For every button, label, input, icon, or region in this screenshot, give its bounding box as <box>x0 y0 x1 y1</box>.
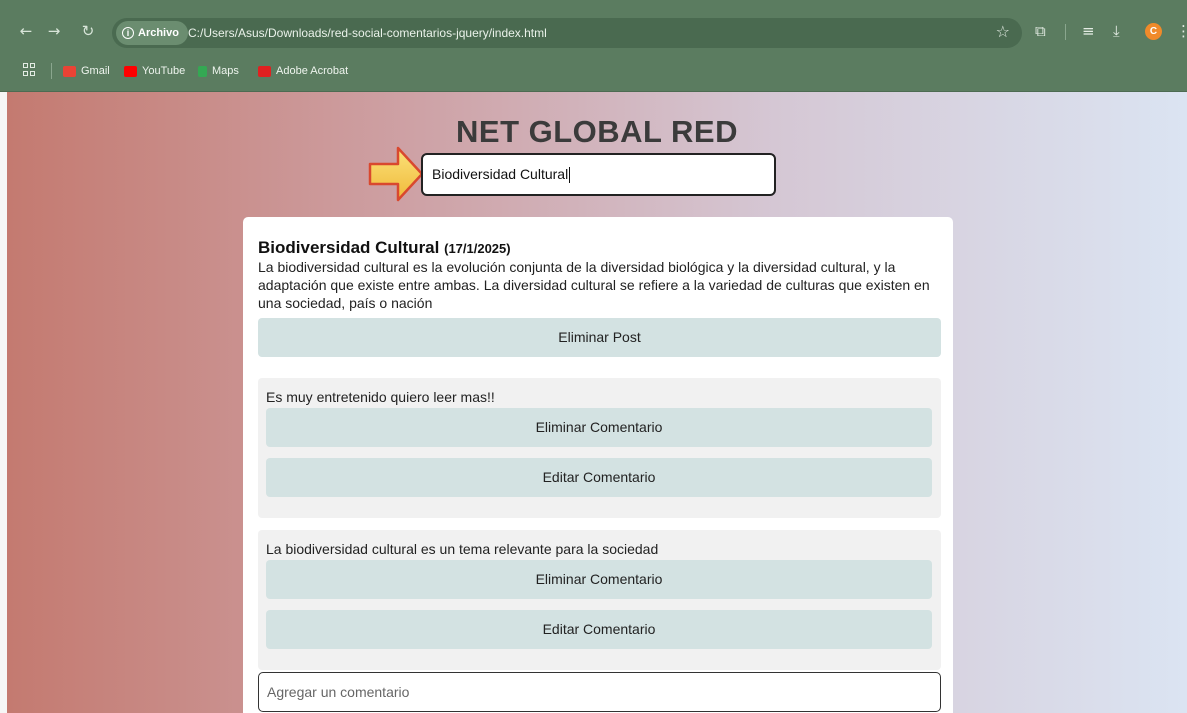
apps-grid-icon[interactable] <box>23 63 36 76</box>
browser-toolbar: ← → ↻ i Archivo C:/Users/Asus/Downloads/… <box>0 14 1187 50</box>
post-card: Biodiversidad Cultural (17/1/2025) La bi… <box>243 217 953 713</box>
bookmark-star-icon[interactable]: ☆ <box>996 22 1010 41</box>
search-input[interactable]: Biodiversidad Cultural <box>421 153 776 196</box>
arrow-icon <box>368 146 424 202</box>
bookmark-label: Gmail <box>81 65 110 77</box>
edit-comment-button[interactable]: Editar Comentario <box>266 458 932 497</box>
site-title: NET GLOBAL RED <box>456 114 738 149</box>
bookmark-youtube[interactable]: YouTube <box>124 62 185 80</box>
post-title: Biodiversidad Cultural <box>258 238 440 257</box>
reload-icon[interactable]: ↻ <box>79 22 97 40</box>
bookmark-maps[interactable]: Maps <box>198 62 239 80</box>
profile-avatar[interactable]: C <box>1145 23 1162 40</box>
page-viewport: NET GLOBAL RED Biodiversidad Cultural Bi… <box>7 92 1187 713</box>
reading-list-icon[interactable]: ≡ <box>1082 22 1095 40</box>
site-chip-label: Archivo <box>138 27 179 39</box>
info-icon: i <box>122 27 134 39</box>
edit-comment-button[interactable]: Editar Comentario <box>266 610 932 649</box>
acrobat-icon <box>258 65 271 77</box>
youtube-icon <box>124 65 137 77</box>
extensions-icon[interactable]: ⧉ <box>1035 22 1046 40</box>
bookmarks-bar: Gmail YouTube Maps Adobe Acrobat <box>0 58 1187 84</box>
forward-icon[interactable]: → <box>45 22 63 40</box>
gmail-icon <box>63 65 76 77</box>
download-icon[interactable]: ⤓ <box>1113 22 1120 40</box>
bookmark-adobe-acrobat[interactable]: Adobe Acrobat <box>258 62 348 80</box>
tab-strip <box>0 0 1187 7</box>
comment-item: Es muy entretenido quiero leer mas!! Eli… <box>258 378 941 518</box>
menu-kebab-icon[interactable]: ⋮ <box>1176 22 1187 40</box>
bookmarks-divider <box>51 63 52 79</box>
delete-comment-button[interactable]: Eliminar Comentario <box>266 560 932 599</box>
bookmark-gmail[interactable]: Gmail <box>63 62 110 80</box>
comment-text: La biodiversidad cultural es un tema rel… <box>266 541 659 557</box>
delete-post-button[interactable]: Eliminar Post <box>258 318 941 357</box>
post-date: (17/1/2025) <box>444 241 511 256</box>
search-value: Biodiversidad Cultural <box>432 166 569 182</box>
browser-chrome: ← → ↻ i Archivo C:/Users/Asus/Downloads/… <box>0 0 1187 92</box>
post-body: La biodiversidad cultural es la evolució… <box>258 259 930 311</box>
delete-comment-button[interactable]: Eliminar Comentario <box>266 408 932 447</box>
back-icon[interactable]: ← <box>17 22 35 40</box>
post-heading: Biodiversidad Cultural (17/1/2025) <box>258 238 511 258</box>
maps-icon <box>198 65 207 77</box>
url-text[interactable]: C:/Users/Asus/Downloads/red-social-comen… <box>188 18 547 48</box>
bookmark-label: Adobe Acrobat <box>276 65 349 77</box>
comment-text: Es muy entretenido quiero leer mas!! <box>266 389 495 405</box>
new-comment-input[interactable]: Agregar un comentario <box>258 672 941 712</box>
address-bar[interactable]: i Archivo C:/Users/Asus/Downloads/red-so… <box>112 18 1022 48</box>
text-caret <box>569 167 571 184</box>
bookmark-label: Maps <box>212 65 239 77</box>
site-info-chip[interactable]: i Archivo <box>116 21 188 45</box>
bookmark-label: YouTube <box>142 65 186 77</box>
comment-item: La biodiversidad cultural es un tema rel… <box>258 530 941 670</box>
toolbar-divider <box>1065 24 1066 40</box>
